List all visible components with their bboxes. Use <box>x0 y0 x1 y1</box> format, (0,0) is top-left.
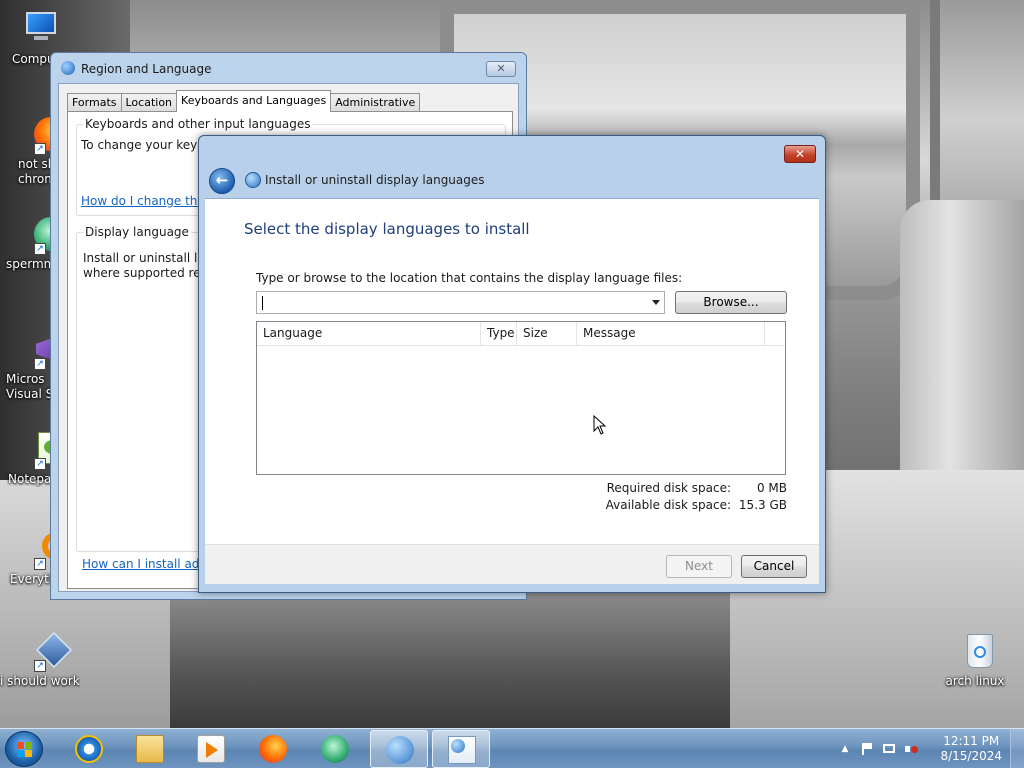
shortcut-arrow-icon: ↗ <box>34 143 46 155</box>
taskbar: ▲ 12:11 PM 8/15/2024 <box>0 728 1024 768</box>
back-button[interactable]: ← <box>209 168 235 194</box>
recycle-bin-icon <box>955 632 995 672</box>
cancel-button[interactable]: Cancel <box>741 555 807 578</box>
dialog-content: Select the display languages to install … <box>205 198 819 544</box>
shortcut-arrow-icon: ↗ <box>34 458 46 470</box>
taskbar-install-display-languages[interactable] <box>432 730 490 768</box>
mouse-pointer-icon <box>593 415 607 435</box>
notification-area: ▲ 12:11 PM 8/15/2024 <box>834 729 1024 768</box>
internet-explorer-icon <box>75 735 103 763</box>
show-hidden-icons-chevron-icon[interactable]: ▲ <box>838 742 852 756</box>
taskbar-file-explorer[interactable] <box>121 730 179 768</box>
column-header-language[interactable]: Language <box>257 322 481 345</box>
next-button[interactable]: Next <box>666 555 732 578</box>
wallpaper-table <box>170 590 730 728</box>
wizard-nav-bar: ← Install or uninstall display languages <box>205 164 819 196</box>
firefox-icon <box>259 735 287 763</box>
desktop-icon-label: arch linux <box>945 674 1005 688</box>
dropdown-arrow-icon[interactable] <box>652 300 660 305</box>
languages-list[interactable]: Language Type Size Message <box>256 321 786 475</box>
column-header-type[interactable]: Type <box>481 322 517 345</box>
dialog-title: Install or uninstall display languages <box>265 173 485 187</box>
globe-icon <box>245 172 261 188</box>
location-combobox[interactable] <box>256 291 665 314</box>
title-bar[interactable]: Region and Language ✕ <box>51 53 526 83</box>
taskbar-region-and-language[interactable] <box>370 730 428 768</box>
location-prompt: Type or browse to the location that cont… <box>256 271 683 285</box>
taskbar-internet-explorer[interactable] <box>60 730 118 768</box>
tab-location[interactable]: Location <box>120 93 178 112</box>
install-display-languages-dialog: ✕ ← Install or uninstall display languag… <box>198 135 826 593</box>
close-button[interactable]: ✕ <box>784 145 816 163</box>
desktop-icon-recycle-bin[interactable]: arch linux <box>935 632 1015 689</box>
tab-strip: Formats Location Keyboards and Languages… <box>67 90 421 112</box>
dialog-footer: Next Cancel <box>205 544 819 584</box>
shortcut-arrow-icon: ↗ <box>34 243 46 255</box>
volume-muted-icon[interactable] <box>904 742 918 756</box>
desktop-icon-virtualbox[interactable]: ↗ i should work <box>0 631 80 689</box>
windows-logo-icon <box>17 742 33 758</box>
desktop-icon-label: i should work <box>0 674 80 688</box>
available-space-value: 15.3 GB <box>738 498 787 512</box>
shortcut-arrow-icon: ↗ <box>34 358 46 370</box>
window-title: Region and Language <box>81 62 212 76</box>
computer-icon <box>20 10 60 50</box>
globe-document-icon <box>448 736 476 764</box>
browse-button[interactable]: Browse... <box>675 291 787 314</box>
available-space-label: Available disk space: <box>605 498 731 512</box>
clock-date: 8/15/2024 <box>940 749 1002 763</box>
shortcut-arrow-icon: ↗ <box>34 660 46 672</box>
close-button[interactable]: ✕ <box>486 61 516 77</box>
media-player-icon <box>197 735 225 763</box>
required-space-value: 0 MB <box>756 481 787 495</box>
display-language-description-2: where supported re <box>83 266 201 280</box>
tab-formats[interactable]: Formats <box>67 93 122 112</box>
taskbar-firefox[interactable] <box>244 730 302 768</box>
taskbar-media-player[interactable] <box>182 730 240 768</box>
clock-time: 12:11 PM <box>943 734 1000 748</box>
taskbar-spermm[interactable] <box>306 730 364 768</box>
shortcut-arrow-icon: ↗ <box>34 558 46 570</box>
keyboards-help-link[interactable]: How do I change the <box>81 194 205 208</box>
keyboards-description: To change your keyb <box>81 138 205 152</box>
globe-icon <box>61 61 75 75</box>
virtualbox-icon: ↗ <box>20 631 73 672</box>
required-space-label: Required disk space: <box>606 481 731 495</box>
group-title: Display language <box>83 225 191 239</box>
folder-icon <box>136 735 164 763</box>
group-title: Keyboards and other input languages <box>83 117 313 131</box>
spermm-icon <box>321 735 349 763</box>
page-heading: Select the display languages to install <box>244 220 530 238</box>
action-center-flag-icon[interactable] <box>860 742 874 756</box>
globe-clock-icon <box>386 736 414 764</box>
tab-keyboards-and-languages[interactable]: Keyboards and Languages <box>176 90 332 112</box>
network-icon[interactable] <box>882 742 896 756</box>
column-header-message[interactable]: Message <box>577 322 765 345</box>
text-caret <box>262 296 263 310</box>
start-button[interactable] <box>5 731 43 767</box>
display-language-description: Install or uninstall la <box>83 251 205 265</box>
column-header-size[interactable]: Size <box>517 322 577 345</box>
tab-administrative[interactable]: Administrative <box>330 93 421 112</box>
list-header: Language Type Size Message <box>257 322 785 346</box>
system-clock[interactable]: 12:11 PM 8/15/2024 <box>940 734 1002 764</box>
show-desktop-button[interactable] <box>1010 729 1024 768</box>
